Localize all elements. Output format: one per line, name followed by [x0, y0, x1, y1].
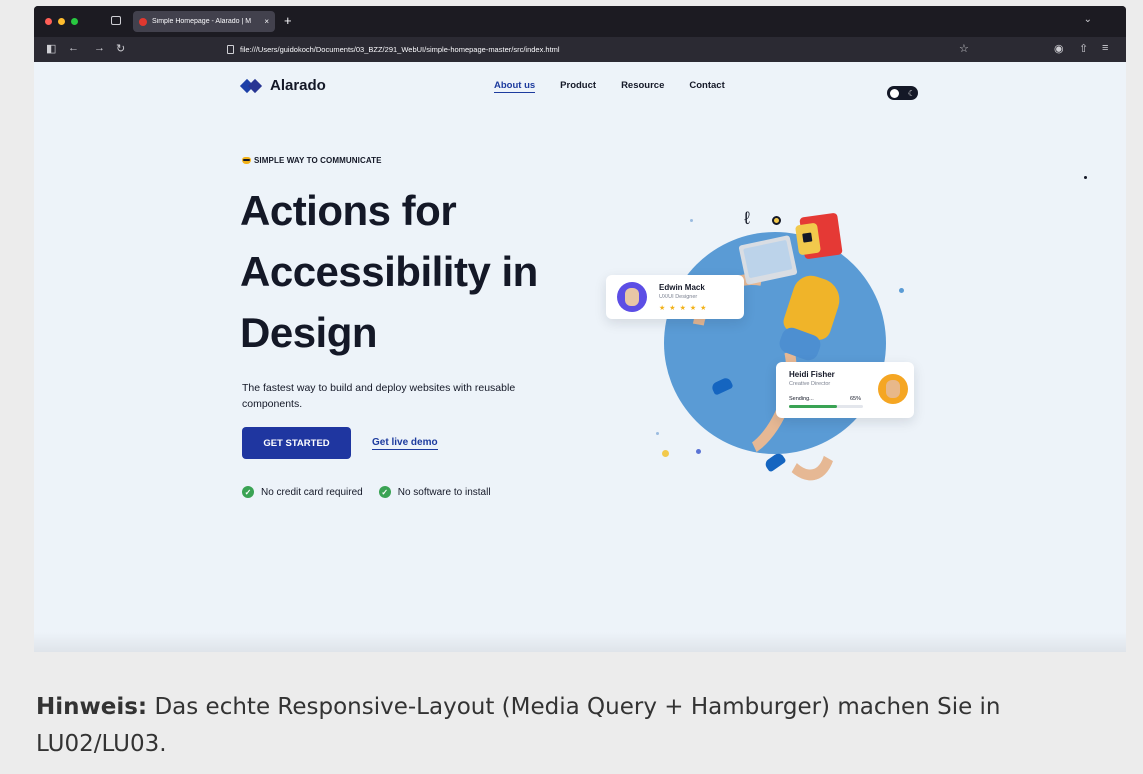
hero-title: Actions for Accessibility in Design	[240, 180, 538, 363]
url-text[interactable]: file:///Users/guidokoch/Documents/03_BZZ…	[240, 45, 560, 54]
nav-about-us[interactable]: About us	[494, 80, 536, 93]
page-viewport: Alarado About us Product Resource Contac…	[34, 62, 1126, 649]
bookmark-star-icon[interactable]: ☆	[959, 42, 969, 55]
profile-card-edwin: Edwin Mack UX/UI Designer ★ ★ ★ ★ ★	[606, 275, 744, 319]
close-window-button[interactable]	[45, 18, 52, 25]
checkmark-icon: ✓	[378, 486, 391, 498]
ring-decoration	[772, 216, 781, 225]
eyebrow-text: SIMPLE WAY TO COMMUNICATE	[254, 156, 382, 165]
rating-stars: ★ ★ ★ ★ ★	[659, 304, 706, 312]
tab-list-chevron-icon[interactable]: ⌄	[1084, 14, 1092, 25]
browser-toolbar: ◧ ← → ↻ file:///Users/guidokoch/Document…	[34, 37, 1126, 62]
get-started-button[interactable]: GET STARTED	[242, 427, 351, 459]
nav-contact[interactable]: Contact	[689, 80, 724, 93]
tab-overview-icon[interactable]	[111, 16, 121, 25]
main-nav: About us Product Resource Contact	[494, 80, 725, 93]
figure-face	[795, 222, 821, 256]
star-icon: ★	[669, 305, 676, 312]
card-role: Creative Director	[789, 381, 831, 387]
browser-tab[interactable]: Simple Homepage - Alarado | M ×	[133, 11, 275, 32]
progress-fill	[789, 405, 838, 408]
logo[interactable]: Alarado	[242, 77, 326, 94]
moon-icon: ☾	[907, 88, 915, 98]
decor-dot	[899, 288, 904, 293]
minimize-window-button[interactable]	[58, 18, 65, 25]
check-item: ✓ No credit card required	[242, 486, 363, 498]
hero-illustration: ℓ Edwin Mack UX/UI Designer ★ ★ ★ ★ ★ He…	[594, 202, 924, 502]
sunglasses-emoji-icon	[242, 157, 251, 164]
logo-text: Alarado	[270, 77, 326, 94]
hero-description: The fastest way to build and deploy webs…	[242, 382, 516, 410]
hero-title-line: Design	[240, 309, 378, 356]
progress-status: Sending...	[789, 396, 814, 402]
cursor-dot	[1084, 176, 1087, 179]
card-name: Heidi Fisher	[789, 370, 835, 379]
note-paragraph: Hinweis: Das echte Responsive-Layout (Me…	[36, 689, 1116, 763]
checkmark-icon: ✓	[242, 486, 254, 498]
maximize-window-button[interactable]	[71, 18, 78, 25]
forward-icon[interactable]: →	[94, 42, 105, 54]
feature-checks: ✓ No credit card required ✓ No software …	[242, 486, 491, 498]
decor-dot	[690, 219, 693, 222]
progress-bar	[789, 405, 863, 408]
check-text: No software to install	[397, 486, 491, 498]
star-icon: ★	[689, 305, 697, 312]
star-icon: ★	[700, 305, 707, 312]
decor-dot	[696, 449, 701, 454]
hero-title-line: Actions for	[240, 187, 457, 234]
page-icon	[227, 45, 234, 54]
tab-bar: Simple Homepage - Alarado | M × + ⌄	[34, 6, 1126, 37]
account-icon[interactable]: ◉	[1054, 42, 1064, 55]
hero-title-line: Accessibility in	[240, 248, 538, 295]
laptop-screen	[743, 239, 793, 279]
note-text: Das echte Responsive-Layout (Media Query…	[36, 694, 1001, 757]
back-icon[interactable]: ←	[68, 42, 79, 54]
decor-dot	[662, 450, 669, 457]
note-label: Hinweis:	[36, 694, 148, 720]
tab-close-icon[interactable]: ×	[264, 17, 269, 26]
menu-icon[interactable]: ≡	[1102, 42, 1108, 54]
check-item: ✓ No software to install	[378, 486, 491, 498]
logo-diamond-icon	[242, 80, 262, 92]
site-header: Alarado About us Product Resource Contac…	[34, 62, 1126, 112]
avatar	[617, 282, 647, 312]
star-icon: ★	[679, 305, 686, 312]
tab-favicon-icon	[139, 17, 147, 26]
new-tab-button[interactable]: +	[284, 13, 292, 28]
card-role: UX/UI Designer	[659, 294, 698, 300]
nav-product[interactable]: Product	[560, 80, 596, 93]
nav-resource[interactable]: Resource	[621, 80, 664, 93]
sun-icon	[890, 88, 899, 98]
url-bar[interactable]: file:///Users/guidokoch/Documents/03_BZZ…	[199, 39, 989, 60]
browser-window: Simple Homepage - Alarado | M × + ⌄ ◧ ← …	[34, 6, 1126, 649]
extensions-icon[interactable]: ⇧	[1079, 42, 1088, 55]
sidebar-icon[interactable]: ◧	[46, 42, 56, 55]
window-bottom-shadow	[34, 632, 1126, 652]
progress-percent: 65%	[850, 396, 862, 402]
check-text: No credit card required	[261, 486, 363, 498]
theme-toggle[interactable]: ☾	[887, 86, 918, 100]
avatar	[878, 374, 908, 404]
reload-icon[interactable]: ↻	[116, 42, 125, 55]
live-demo-link[interactable]: Get live demo	[372, 437, 438, 450]
squiggle-decoration: ℓ	[744, 208, 750, 228]
tab-title: Simple Homepage - Alarado | M	[152, 18, 252, 25]
profile-card-heidi: Heidi Fisher Creative Director Sending..…	[776, 362, 914, 418]
window-controls	[45, 18, 78, 25]
card-name: Edwin Mack	[659, 283, 705, 292]
hero-eyebrow: SIMPLE WAY TO COMMUNICATE	[242, 156, 382, 165]
decor-dot	[656, 432, 659, 435]
star-icon: ★	[659, 305, 666, 312]
